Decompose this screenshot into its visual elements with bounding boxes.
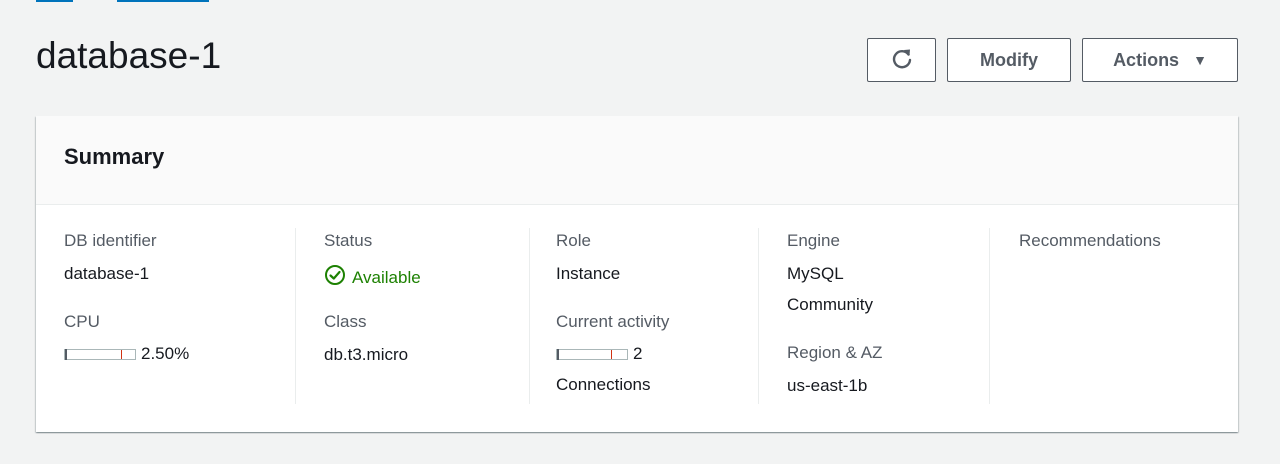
- modify-button[interactable]: Modify: [947, 38, 1071, 82]
- refresh-button[interactable]: [867, 38, 936, 82]
- status-label: Status: [324, 231, 373, 250]
- summary-column-identifier: DB identifier database-1 CPU 2.50%: [64, 228, 296, 404]
- connections-count: 2: [633, 344, 643, 363]
- status-text: Available: [352, 267, 421, 287]
- connections-unit: Connections: [556, 375, 651, 394]
- status-value: Available: [324, 264, 421, 291]
- cpu-meter: [64, 348, 136, 360]
- cpu-meter-row: 2.50%: [64, 344, 189, 364]
- cpu-value: 2.50%: [141, 344, 190, 363]
- summary-column-recommendations: Recommendations: [1019, 228, 1219, 404]
- cpu-label: CPU: [64, 312, 100, 331]
- summary-column-role: Role Instance Current activity 2 Connect…: [556, 228, 759, 404]
- db-identifier-label: DB identifier: [64, 231, 157, 250]
- class-value: db.t3.micro: [324, 345, 409, 364]
- db-identifier-value: database-1: [64, 264, 150, 283]
- current-activity-label: Current activity: [556, 312, 670, 331]
- region-az-label: Region & AZ: [787, 343, 883, 362]
- actions-label: Actions: [1113, 49, 1180, 70]
- region-az-value: us-east-1b: [787, 376, 868, 395]
- breadcrumb-link-underline[interactable]: [36, 0, 73, 2]
- recommendations-label: Recommendations: [1019, 231, 1161, 250]
- class-label: Class: [324, 312, 367, 331]
- check-circle-icon: [324, 264, 352, 291]
- summary-header: Summary: [36, 116, 1238, 205]
- summary-panel: Summary DB identifier database-1 CPU 2.5…: [36, 116, 1238, 432]
- activity-meter-row: 2: [556, 344, 642, 364]
- engine-label: Engine: [787, 231, 840, 250]
- activity-meter: [556, 348, 628, 360]
- engine-value-line2: Community: [787, 295, 873, 314]
- breadcrumb-link-underline[interactable]: [117, 0, 209, 2]
- summary-column-status: Status Available Class db.t3.micro: [324, 228, 530, 404]
- caret-down-icon: ▼: [1193, 52, 1207, 68]
- summary-title: Summary: [64, 144, 165, 169]
- engine-value-line1: MySQL: [787, 264, 844, 283]
- page-title: database-1: [36, 35, 222, 76]
- summary-column-engine: Engine MySQL Community Region & AZ us-ea…: [787, 228, 990, 404]
- actions-dropdown-button[interactable]: Actions ▼: [1082, 38, 1238, 82]
- role-label: Role: [556, 231, 591, 250]
- role-value: Instance: [556, 264, 621, 283]
- refresh-icon: [891, 47, 913, 74]
